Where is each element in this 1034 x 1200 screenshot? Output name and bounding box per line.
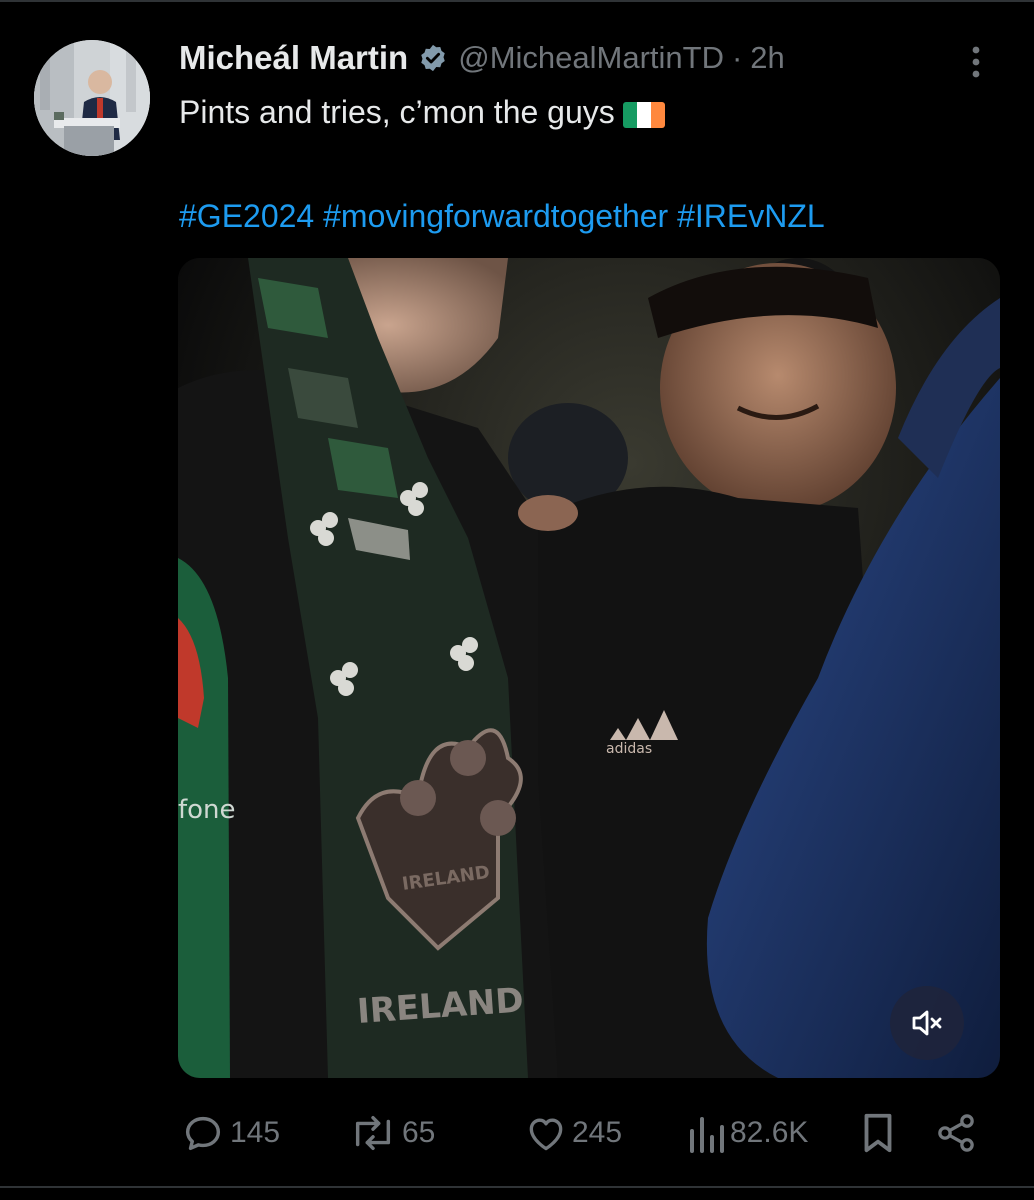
tweet-action-bar: 145 65 245 82.6K bbox=[0, 1108, 1034, 1158]
top-divider bbox=[0, 0, 1034, 2]
bookmark-button[interactable] bbox=[858, 1108, 898, 1158]
verified-badge-icon[interactable] bbox=[418, 43, 448, 73]
jersey-brand-text: adidas bbox=[606, 741, 652, 757]
reply-count: 145 bbox=[230, 1116, 281, 1149]
bookmark-icon bbox=[864, 1113, 892, 1153]
views-button[interactable]: 82.6K bbox=[686, 1108, 808, 1158]
tweet-video[interactable]: IRELAND IRELAND fone adidas bbox=[178, 258, 1000, 1078]
tweet-text-body: Pints and tries, c’mon the guys bbox=[179, 94, 615, 130]
heart-icon bbox=[529, 1118, 563, 1151]
share-icon bbox=[938, 1114, 974, 1152]
more-vertical-icon[interactable] bbox=[966, 44, 986, 80]
tweet-text: Pints and tries, c’mon the guys bbox=[179, 92, 665, 132]
hashtag-link[interactable]: #movingforwardtogether bbox=[323, 198, 668, 234]
repost-icon bbox=[355, 1115, 391, 1151]
share-button[interactable] bbox=[934, 1108, 978, 1158]
header-separator: · bbox=[731, 40, 743, 75]
views-chart-icon bbox=[690, 1117, 724, 1153]
jersey-sponsor-text: fone bbox=[178, 795, 236, 825]
author-display-name[interactable]: Micheál Martin bbox=[179, 39, 408, 77]
muted-speaker-icon bbox=[912, 1010, 942, 1036]
repost-button[interactable]: 65 bbox=[348, 1108, 435, 1158]
reply-button[interactable]: 145 bbox=[180, 1108, 280, 1158]
bottom-divider bbox=[0, 1186, 1034, 1188]
view-count: 82.6K bbox=[730, 1116, 809, 1149]
author-handle[interactable]: @MichealMartinTD bbox=[458, 40, 724, 76]
like-count: 245 bbox=[572, 1116, 623, 1149]
hashtag-link[interactable]: #GE2024 bbox=[179, 198, 314, 234]
tweet-timestamp[interactable]: 2h bbox=[750, 40, 784, 76]
author-avatar[interactable] bbox=[34, 40, 150, 156]
hashtag-link[interactable]: #IREvNZL bbox=[677, 198, 825, 234]
repost-count: 65 bbox=[402, 1116, 436, 1149]
reply-icon bbox=[185, 1116, 221, 1151]
tweet-hashtags: #GE2024 #movingforwardtogether #IREvNZL bbox=[179, 196, 825, 236]
tweet-header: Micheál Martin @MichealMartinTD · 2h bbox=[179, 36, 785, 80]
like-button[interactable]: 245 bbox=[524, 1108, 622, 1158]
mute-toggle-button[interactable] bbox=[890, 986, 964, 1060]
flag-ireland-icon bbox=[622, 101, 665, 128]
